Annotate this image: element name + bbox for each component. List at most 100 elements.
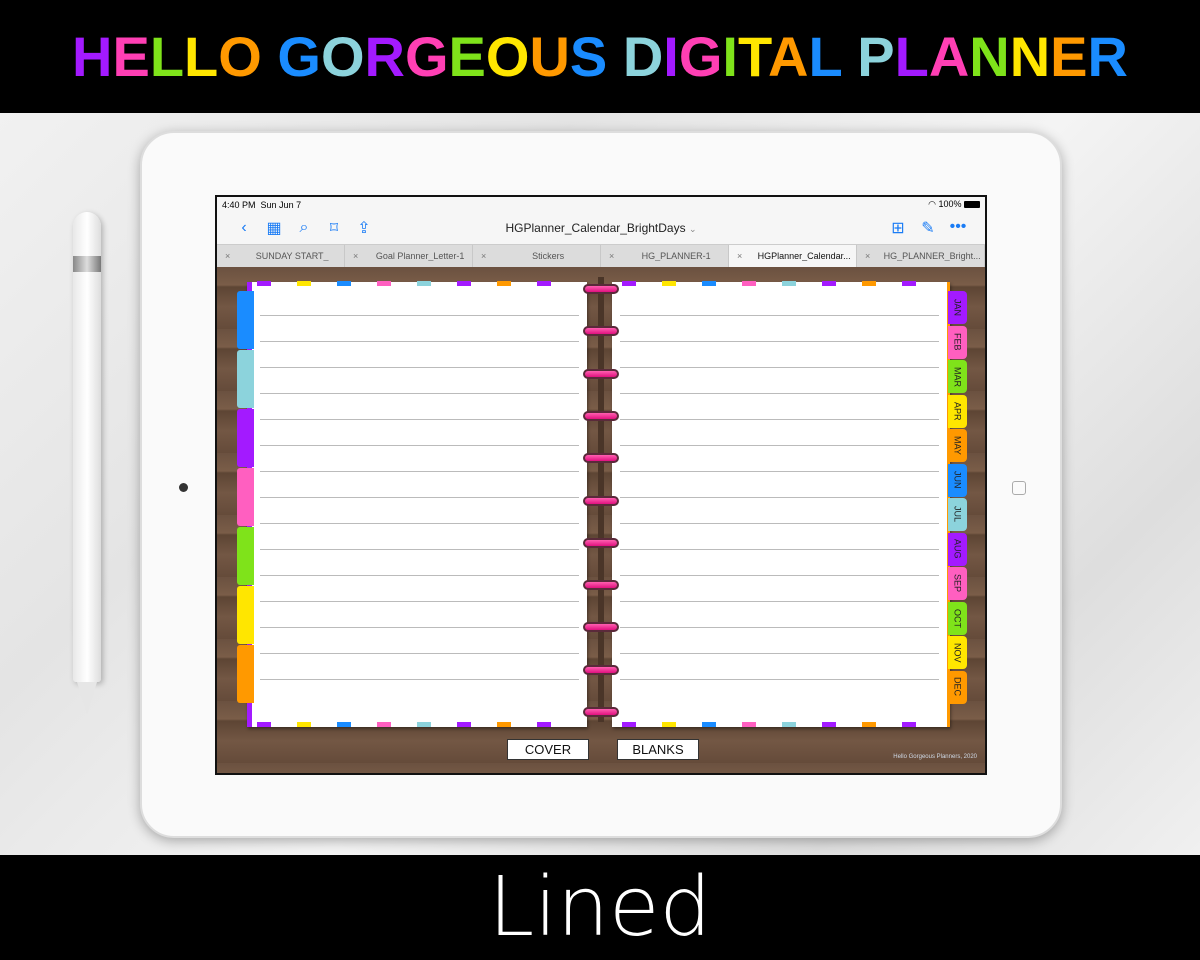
month-tab-oct[interactable]: OCT (948, 601, 967, 635)
section-tab[interactable] (237, 409, 254, 467)
add-page-icon[interactable]: ⊞ (883, 218, 913, 238)
spiral-ring (583, 368, 619, 379)
credit-text: Hello Gorgeous Planners, 2020 (893, 754, 977, 760)
toolbar: ‹ ▦ ⌕ ⌑ ⇪ HGPlanner_Calendar_BrightDays … (217, 212, 985, 244)
section-tab[interactable] (237, 527, 254, 585)
writing-line (260, 367, 579, 368)
title-letter: I (722, 25, 738, 88)
title-letter: R (1087, 25, 1128, 88)
title-letter: T (737, 25, 769, 88)
month-tab-feb[interactable]: FEB (948, 325, 967, 359)
close-tab-icon[interactable]: × (225, 251, 230, 261)
section-tab[interactable] (237, 468, 254, 526)
section-tab[interactable] (237, 586, 254, 644)
tab-0[interactable]: × SUNDAY START_ (217, 245, 345, 267)
back-icon[interactable]: ‹ (229, 219, 259, 237)
wifi-icon: ◠ (928, 199, 936, 209)
spiral-ring (583, 622, 619, 633)
writing-line (260, 393, 579, 394)
writing-line (260, 315, 579, 316)
banner-title: HELLO GORGEOUS DIGITAL PLANNER (72, 24, 1128, 89)
spiral-ring (583, 326, 619, 337)
search-icon[interactable]: ⌕ (289, 219, 319, 237)
grid-icon[interactable]: ▦ (259, 218, 289, 238)
spiral-ring (583, 284, 619, 294)
title-letter: R (364, 25, 405, 88)
month-tab-apr[interactable]: APR (948, 394, 967, 428)
footer-label: Lined (488, 860, 712, 955)
close-tab-icon[interactable]: × (481, 251, 486, 261)
spiral-ring (583, 580, 619, 591)
writing-line (260, 653, 579, 654)
month-tab-jun[interactable]: JUN (948, 463, 967, 497)
tab-2[interactable]: × Stickers (473, 245, 601, 267)
footer-banner: Lined (0, 855, 1200, 960)
writing-line (620, 393, 939, 394)
tab-label: HG_PLANNER-1 (641, 251, 711, 261)
share-icon[interactable]: ⇪ (349, 218, 379, 238)
month-tab-jul[interactable]: JUL (948, 498, 967, 531)
title-letter: D (622, 25, 664, 88)
title-letter: A (768, 25, 809, 88)
blanks-button[interactable]: BLANKS (617, 739, 699, 760)
month-tab-sep[interactable]: SEP (948, 567, 967, 600)
more-icon[interactable]: ••• (943, 218, 973, 238)
writing-line (620, 601, 939, 602)
left-page[interactable] (247, 282, 587, 727)
close-tab-icon[interactable]: × (865, 251, 870, 261)
title-letter: L (894, 25, 929, 88)
month-tab-mar[interactable]: MAR (948, 360, 967, 393)
writing-line (620, 497, 939, 498)
writing-line (620, 419, 939, 420)
title-letter: O (320, 25, 365, 88)
right-page[interactable] (612, 282, 950, 727)
title-letter: O (218, 25, 262, 88)
writing-line (620, 523, 939, 524)
battery-icon (964, 201, 980, 209)
ipad-screen: 4:40 PM Sun Jun 7 ◠ 100% ‹ ▦ ⌕ ⌑ ⇪ HGPla… (215, 195, 987, 775)
writing-line (260, 627, 579, 628)
title-letter: P (857, 25, 895, 88)
tab-label: Stickers (532, 251, 565, 261)
tab-3[interactable]: × HG_PLANNER-1 (601, 245, 729, 267)
title-letter: N (969, 25, 1010, 88)
title-letter: S (569, 25, 608, 88)
writing-line (260, 523, 579, 524)
month-tab-aug[interactable]: AUG (948, 532, 967, 566)
spiral-ring (583, 664, 619, 675)
title-letter: A (928, 25, 970, 88)
title-letter: E (448, 25, 486, 88)
bookmark-icon[interactable]: ⌑ (319, 218, 349, 238)
planner-canvas: COVER BLANKS Hello Gorgeous Planners, 20… (217, 267, 985, 773)
section-tab[interactable] (237, 291, 254, 349)
tab-4[interactable]: × HGPlanner_Calendar... (729, 245, 857, 267)
title-letter (262, 25, 278, 88)
writing-line (620, 445, 939, 446)
spiral-ring (583, 537, 619, 548)
writing-line (620, 575, 939, 576)
close-tab-icon[interactable]: × (609, 251, 614, 261)
month-tab-dec[interactable]: DEC (948, 670, 967, 704)
spiral-ring (583, 707, 619, 717)
pen-icon[interactable]: ✎ (913, 218, 943, 238)
tab-1[interactable]: × Goal Planner_Letter-1 (345, 245, 473, 267)
month-tab-nov[interactable]: NOV (948, 636, 967, 669)
tab-5[interactable]: × HG_PLANNER_Bright... (857, 245, 985, 267)
camera (179, 483, 188, 492)
cover-button[interactable]: COVER (507, 739, 589, 760)
home-button[interactable] (1012, 481, 1026, 495)
month-tab-may[interactable]: MAY (948, 429, 967, 462)
section-tab[interactable] (237, 350, 254, 408)
decorative-dots (257, 281, 567, 286)
section-tab[interactable] (237, 645, 254, 703)
document-tabs: × SUNDAY START_ × Goal Planner_Letter-1 × Sti… (217, 244, 985, 267)
tab-label: HGPlanner_Calendar... (757, 251, 851, 261)
status-bar: 4:40 PM Sun Jun 7 ◠ 100% (217, 197, 985, 212)
close-tab-icon[interactable]: × (737, 251, 742, 261)
close-tab-icon[interactable]: × (353, 251, 358, 261)
month-tab-jan[interactable]: JAN (948, 291, 967, 324)
writing-line (260, 497, 579, 498)
title-letter: L (808, 25, 842, 88)
document-title-text: HGPlanner_Calendar_BrightDays (505, 221, 686, 235)
title-letter: H (72, 25, 113, 88)
